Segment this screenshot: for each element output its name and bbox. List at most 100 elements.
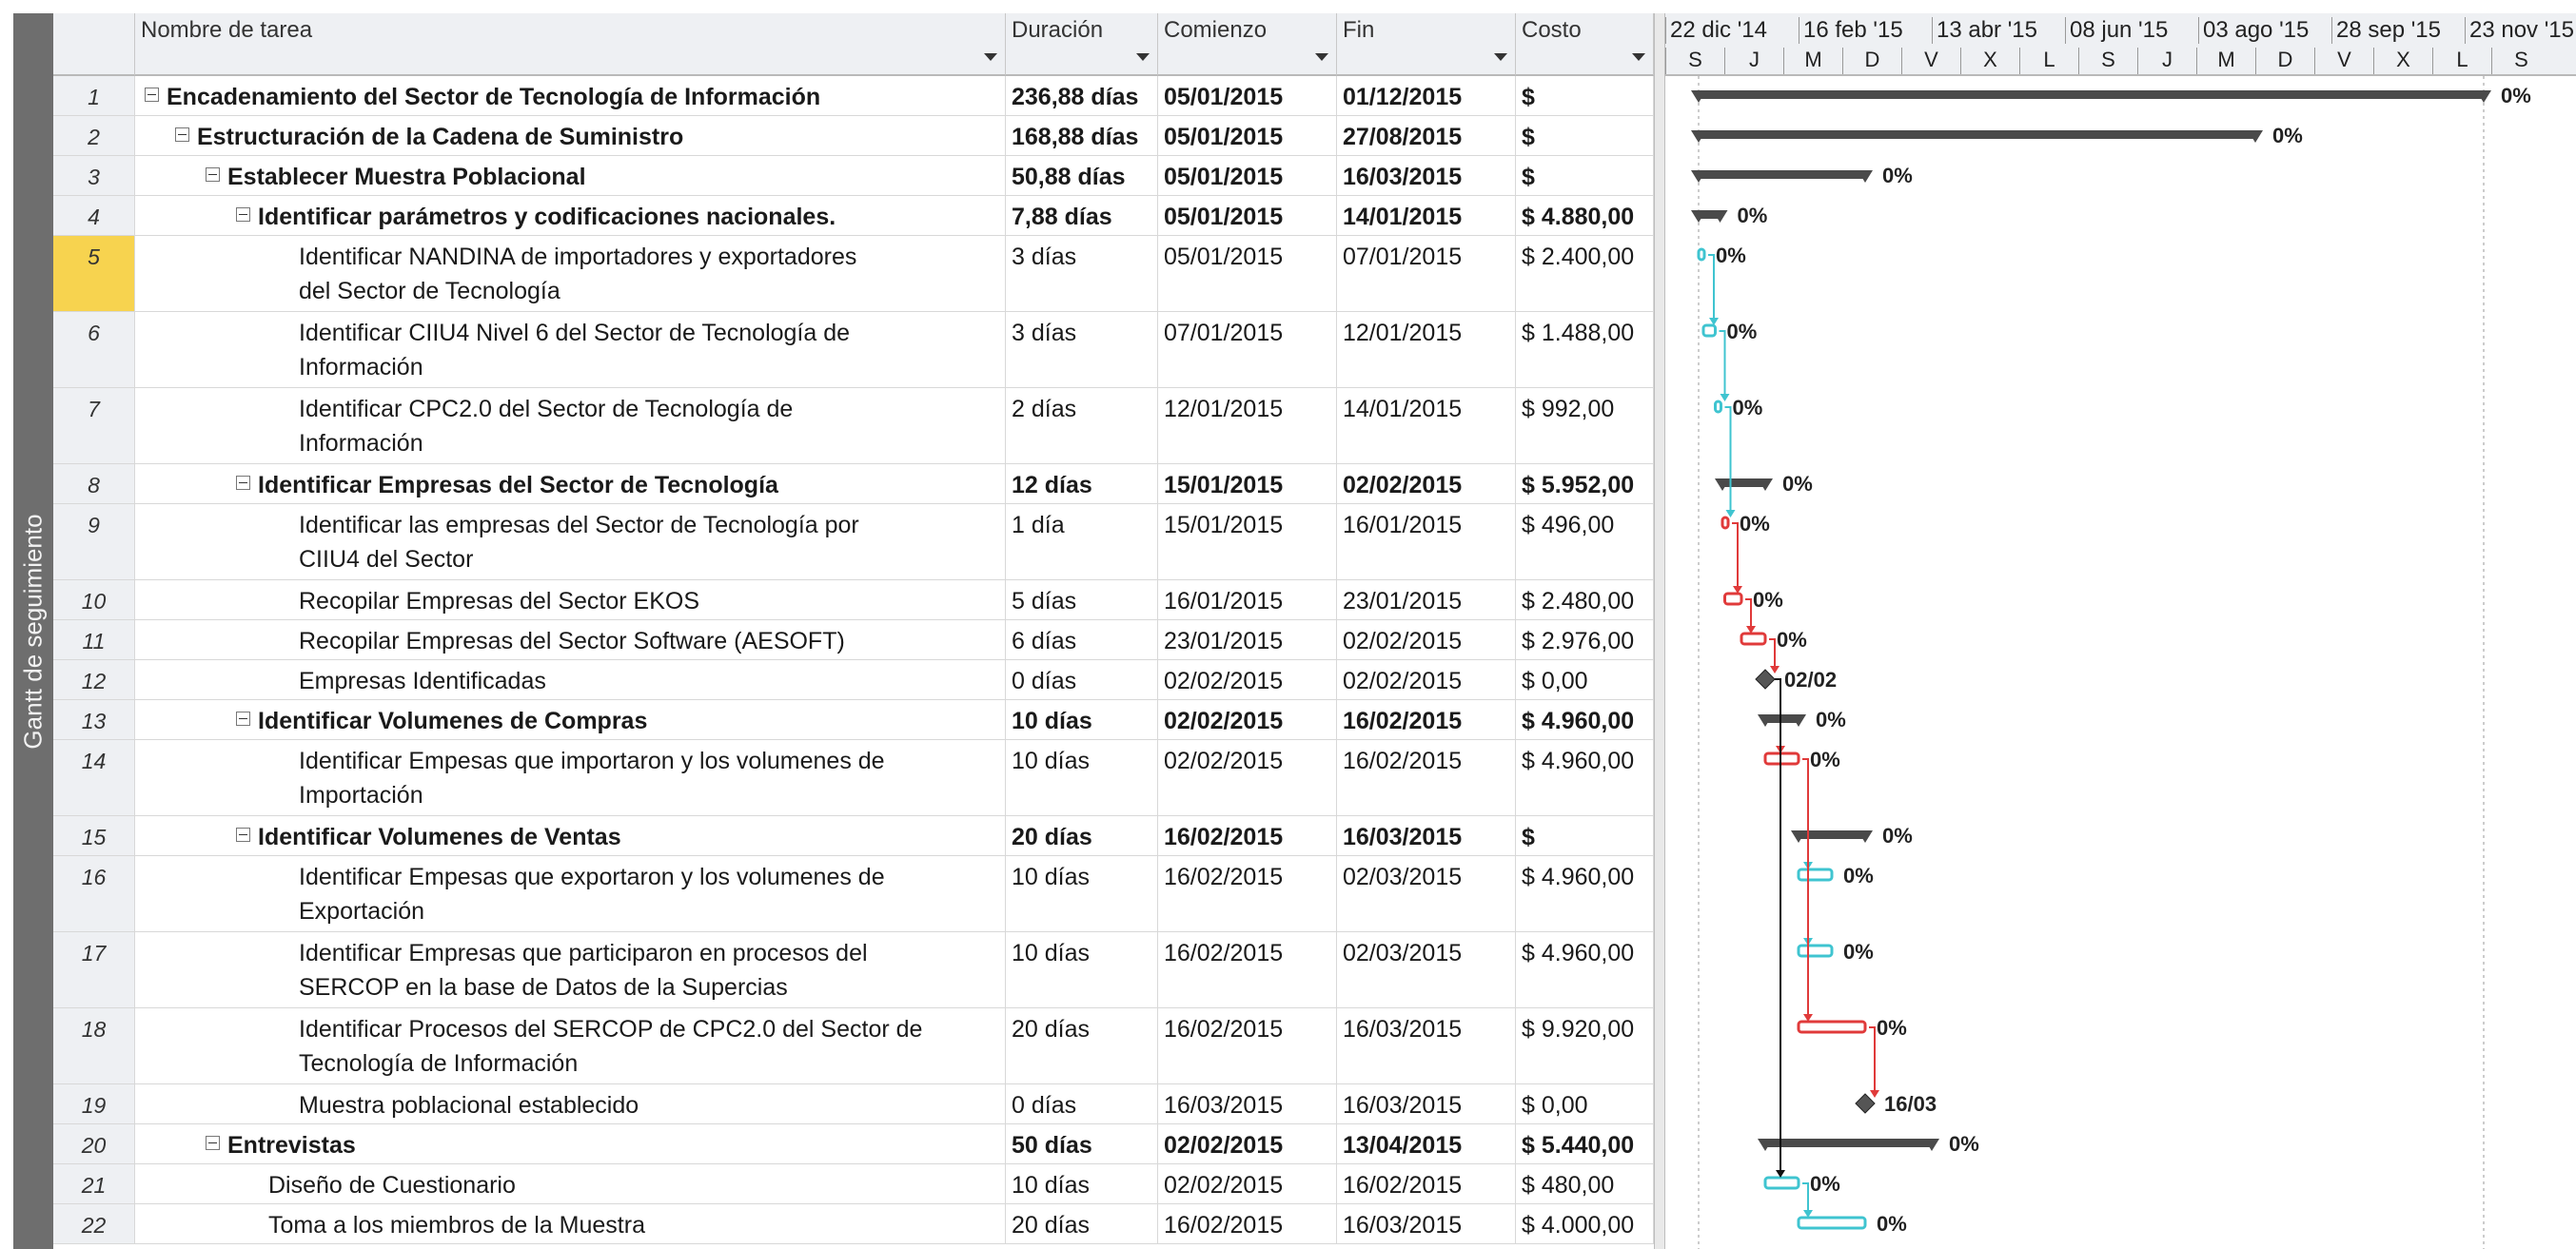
task-id-cell[interactable]: 10 <box>53 580 135 619</box>
summary-bar[interactable] <box>1699 90 2484 99</box>
task-id-cell[interactable]: 21 <box>53 1164 135 1203</box>
task-row[interactable]: 13 Identificar Volumenes de Compras 10 día… <box>53 700 1654 740</box>
task-cost-cell[interactable]: $ 992,00 <box>1516 388 1654 463</box>
task-cost-cell[interactable]: $ 4.960,00 <box>1516 856 1654 931</box>
task-cost-cell[interactable]: $ 0,00 <box>1516 660 1654 699</box>
milestone-diamond[interactable] <box>1855 1093 1876 1114</box>
task-id-cell[interactable]: 12 <box>53 660 135 699</box>
task-start-cell[interactable]: 05/01/2015 <box>1158 156 1337 195</box>
task-cost-cell[interactable]: $ 270.112,00 <box>1516 116 1654 155</box>
summary-bar[interactable] <box>1699 170 1865 179</box>
task-row[interactable]: 19 Muestra poblacional establecido 0 días 1… <box>53 1084 1654 1124</box>
task-duration-cell[interactable]: 3 días <box>1006 312 1158 387</box>
task-name-cell[interactable]: Establecer Muestra Poblacional <box>135 156 1006 195</box>
task-bar[interactable] <box>1721 516 1730 530</box>
task-row[interactable]: 3 Establecer Muestra Poblacional 50,88 día… <box>53 156 1654 196</box>
task-name-cell[interactable]: Recopilar Empresas del Sector EKOS <box>135 580 1006 619</box>
task-start-cell[interactable]: 15/01/2015 <box>1158 504 1337 579</box>
task-row[interactable]: 2 Estructuración de la Cadena de Suminist… <box>53 116 1654 156</box>
task-finish-cell[interactable]: 14/01/2015 <box>1337 196 1516 235</box>
task-row[interactable]: 11 Recopilar Empresas del Sector Software… <box>53 620 1654 660</box>
task-finish-cell[interactable]: 16/02/2015 <box>1337 740 1516 815</box>
task-cost-cell[interactable]: $ 496,00 <box>1516 504 1654 579</box>
task-cost-cell[interactable]: $ 2.480,00 <box>1516 580 1654 619</box>
task-bar[interactable] <box>1797 868 1834 882</box>
task-start-cell[interactable]: 23/01/2015 <box>1158 620 1337 659</box>
task-name-cell[interactable]: Identificar parámetros y codificaciones … <box>135 196 1006 235</box>
task-start-cell[interactable]: 02/02/2015 <box>1158 660 1337 699</box>
task-id-cell[interactable]: 6 <box>53 312 135 387</box>
milestone-diamond[interactable] <box>1755 669 1776 690</box>
task-start-cell[interactable]: 16/02/2015 <box>1158 932 1337 1007</box>
task-id-cell[interactable]: 14 <box>53 740 135 815</box>
task-bar[interactable] <box>1763 1176 1800 1190</box>
task-finish-cell[interactable]: 12/01/2015 <box>1337 312 1516 387</box>
task-start-cell[interactable]: 05/01/2015 <box>1158 76 1337 115</box>
task-cost-cell[interactable]: $ 706.531,00 <box>1516 76 1654 115</box>
collapse-toggle-icon[interactable] <box>236 207 250 222</box>
collapse-toggle-icon[interactable] <box>206 167 220 182</box>
task-id-cell[interactable]: 22 <box>53 1204 135 1243</box>
task-row[interactable]: 14 Identificar Empesas que importaron y l… <box>53 740 1654 816</box>
task-finish-cell[interactable]: 01/12/2015 <box>1337 76 1516 115</box>
task-duration-cell[interactable]: 20 días <box>1006 816 1158 855</box>
task-name-cell[interactable]: Muestra poblacional establecido <box>135 1084 1006 1123</box>
task-duration-cell[interactable]: 50,88 días <box>1006 156 1158 195</box>
task-start-cell[interactable]: 16/02/2015 <box>1158 816 1337 855</box>
task-start-cell[interactable]: 16/02/2015 <box>1158 1008 1337 1083</box>
column-header-name[interactable]: Nombre de tarea <box>135 13 1006 76</box>
task-name-cell[interactable]: Toma a los miembros de la Muestra <box>135 1204 1006 1243</box>
task-name-cell[interactable]: Identificar CPC2.0 del Sector de Tecnolo… <box>135 388 1006 463</box>
task-cost-cell[interactable]: $ 480,00 <box>1516 1164 1654 1203</box>
collapse-toggle-icon[interactable] <box>236 476 250 490</box>
task-duration-cell[interactable]: 20 días <box>1006 1008 1158 1083</box>
task-cost-cell[interactable]: $ 4.960,00 <box>1516 932 1654 1007</box>
task-row[interactable]: 9 Identificar las empresas del Sector de … <box>53 504 1654 580</box>
chevron-down-icon[interactable] <box>984 53 997 61</box>
task-start-cell[interactable]: 15/01/2015 <box>1158 464 1337 503</box>
task-cost-cell[interactable]: $ 2.976,00 <box>1516 620 1654 659</box>
column-header-duration[interactable]: Duración <box>1006 13 1158 76</box>
task-name-cell[interactable]: Identificar Empresas del Sector de Tecno… <box>135 464 1006 503</box>
task-id-cell[interactable]: 8 <box>53 464 135 503</box>
chevron-down-icon[interactable] <box>1136 53 1150 61</box>
task-row[interactable]: 5 Identificar NANDINA de importadores y e… <box>53 236 1654 312</box>
task-start-cell[interactable]: 02/02/2015 <box>1158 740 1337 815</box>
task-id-cell[interactable]: 7 <box>53 388 135 463</box>
task-cost-cell[interactable]: $ 1.488,00 <box>1516 312 1654 387</box>
task-duration-cell[interactable]: 10 días <box>1006 740 1158 815</box>
task-start-cell[interactable]: 12/01/2015 <box>1158 388 1337 463</box>
task-duration-cell[interactable]: 7,88 días <box>1006 196 1158 235</box>
task-finish-cell[interactable]: 16/01/2015 <box>1337 504 1516 579</box>
task-finish-cell[interactable]: 16/03/2015 <box>1337 1008 1516 1083</box>
task-row[interactable]: 17 Identificar Empresas que participaron … <box>53 932 1654 1008</box>
task-start-cell[interactable]: 16/02/2015 <box>1158 856 1337 931</box>
task-name-cell[interactable]: Estructuración de la Cadena de Suministr… <box>135 116 1006 155</box>
task-start-cell[interactable]: 16/01/2015 <box>1158 580 1337 619</box>
task-cost-cell[interactable]: $ 5.952,00 <box>1516 464 1654 503</box>
task-bar[interactable] <box>1763 751 1800 766</box>
task-duration-cell[interactable]: 6 días <box>1006 620 1158 659</box>
task-start-cell[interactable]: 05/01/2015 <box>1158 236 1337 311</box>
task-finish-cell[interactable]: 14/01/2015 <box>1337 388 1516 463</box>
task-finish-cell[interactable]: 16/03/2015 <box>1337 1204 1516 1243</box>
task-start-cell[interactable]: 07/01/2015 <box>1158 312 1337 387</box>
task-row[interactable]: 10 Recopilar Empresas del Sector EKOS 5 dí… <box>53 580 1654 620</box>
task-duration-cell[interactable]: 5 días <box>1006 580 1158 619</box>
task-start-cell[interactable]: 05/01/2015 <box>1158 196 1337 235</box>
task-duration-cell[interactable]: 1 día <box>1006 504 1158 579</box>
task-id-cell[interactable]: 1 <box>53 76 135 115</box>
task-id-cell[interactable]: 3 <box>53 156 135 195</box>
task-name-cell[interactable]: Identificar Volumenes de Compras <box>135 700 1006 739</box>
task-start-cell[interactable]: 02/02/2015 <box>1158 700 1337 739</box>
task-finish-cell[interactable]: 02/02/2015 <box>1337 464 1516 503</box>
task-row[interactable]: 18 Identificar Procesos del SERCOP de CPC… <box>53 1008 1654 1084</box>
task-duration-cell[interactable]: 236,88 días <box>1006 76 1158 115</box>
task-start-cell[interactable]: 02/02/2015 <box>1158 1164 1337 1203</box>
task-id-cell[interactable]: 18 <box>53 1008 135 1083</box>
task-finish-cell[interactable]: 02/02/2015 <box>1337 660 1516 699</box>
column-header-start[interactable]: Comienzo <box>1158 13 1337 76</box>
task-bar[interactable] <box>1797 1216 1867 1230</box>
task-finish-cell[interactable]: 16/03/2015 <box>1337 816 1516 855</box>
task-finish-cell[interactable]: 16/02/2015 <box>1337 700 1516 739</box>
